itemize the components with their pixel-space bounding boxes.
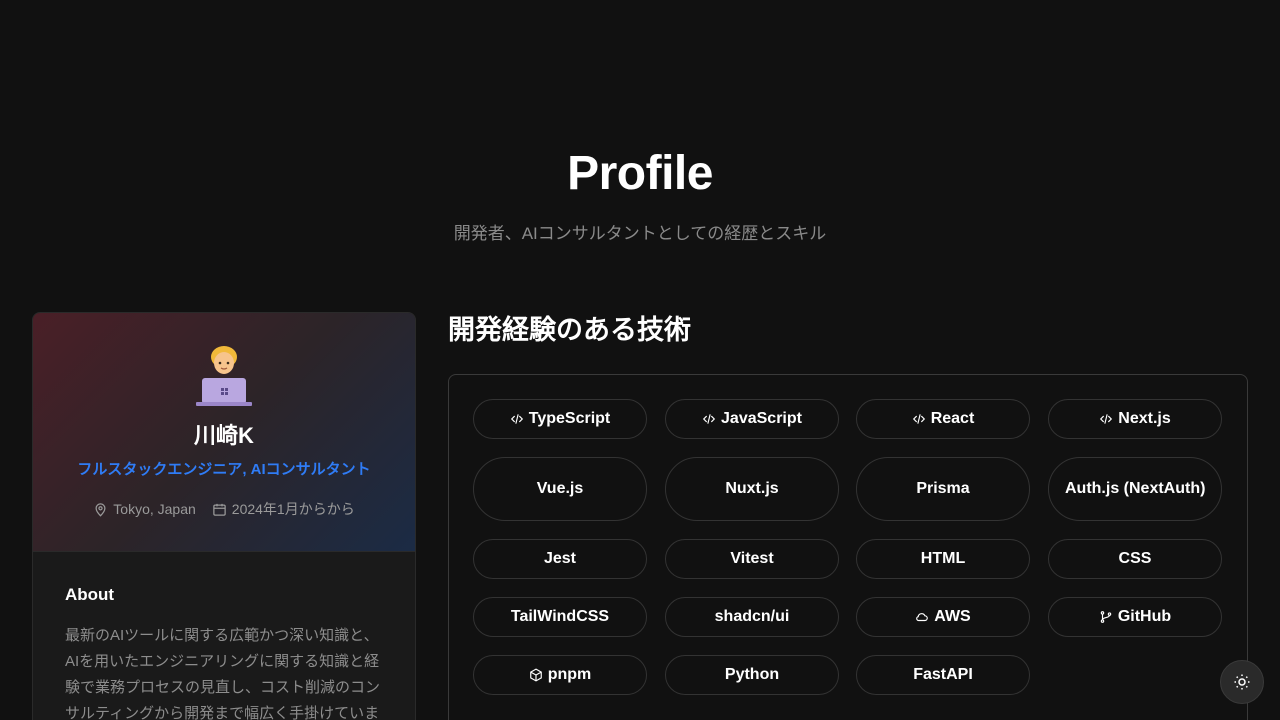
- tech-tag-label: Next.js: [1118, 410, 1171, 427]
- profile-meta: Tokyo, Japan 2024年1月からから: [33, 499, 415, 519]
- location-item: Tokyo, Japan: [93, 499, 196, 519]
- page-subtitle: 開発者、AIコンサルタントとしての経歴とスキル: [453, 224, 827, 243]
- tech-tag-label: Auth.js (NextAuth): [1065, 480, 1206, 497]
- tech-tag-react: React: [856, 399, 1030, 439]
- tech-tag-label: HTML: [920, 550, 966, 567]
- tech-tag-auth-js-nextauth: Auth.js (NextAuth): [1048, 457, 1222, 521]
- tech-tag-nuxt-js: Nuxt.js: [665, 457, 839, 521]
- tech-tag-github: GitHub: [1048, 597, 1222, 637]
- tech-tag-jest: Jest: [473, 539, 647, 579]
- tech-tag-label: Vitest: [730, 550, 774, 567]
- tech-tag-fastapi: FastAPI: [856, 655, 1030, 695]
- profile-page: Profile 開発者、AIコンサルタントとしての経歴とスキル 川崎K フルスタ…: [0, 0, 1280, 720]
- tech-tag-list: TypeScript JavaScript React Next.js Vue.js Nu…: [448, 374, 1248, 720]
- since-text: 2024年1月からから: [231, 501, 355, 517]
- tech-tag-aws: AWS: [856, 597, 1030, 637]
- tech-tag-tailwindcss: TailWindCSS: [473, 597, 647, 637]
- tech-tag-python: Python: [665, 655, 839, 695]
- code-icon: [702, 414, 716, 424]
- calendar-icon: [213, 503, 226, 516]
- technologist-emoji-icon: [196, 346, 252, 406]
- code-icon: [510, 414, 523, 424]
- about-text: 最新のAIツールに関する広範かつ深い知識と、AIを用いたエンジニアリングに関する…: [65, 627, 381, 720]
- git-branch-icon: [1100, 611, 1112, 623]
- cloud-icon: [916, 613, 929, 622]
- tech-tag-label: TailWindCSS: [510, 608, 610, 625]
- location-text: Tokyo, Japan: [113, 501, 196, 517]
- tech-tag-label: JavaScript: [721, 410, 802, 427]
- tech-tag-label: Jest: [543, 550, 577, 567]
- tech-tag-shadcn-ui: shadcn/ui: [665, 597, 839, 637]
- tech-tag-label: shadcn/ui: [714, 608, 790, 625]
- page-title: Profile: [567, 147, 713, 200]
- tech-tag-javascript: JavaScript: [665, 399, 839, 439]
- about-heading: About: [65, 585, 115, 604]
- tech-tag-prisma: Prisma: [856, 457, 1030, 521]
- tech-tag-pnpm: pnpm: [473, 655, 647, 695]
- tech-tag-label: React: [930, 410, 975, 427]
- tech-tag-label: CSS: [1118, 550, 1152, 567]
- tech-tag-label: FastAPI: [913, 666, 973, 683]
- tech-tag-label: Prisma: [916, 480, 970, 497]
- tech-tag-label: GitHub: [1117, 608, 1172, 625]
- since-item: 2024年1月からから: [212, 499, 355, 519]
- tech-tag-label: TypeScript: [528, 410, 611, 427]
- tech-tag-css: CSS: [1048, 539, 1222, 579]
- tech-tag-label: Vue.js: [536, 480, 584, 497]
- tech-tag-label: pnpm: [547, 666, 592, 683]
- tech-tag-typescript: TypeScript: [473, 399, 647, 439]
- code-icon: [1100, 414, 1113, 424]
- tech-section-title: 開発経験のある技術: [448, 315, 691, 345]
- map-pin-icon: [95, 502, 106, 517]
- tech-tag-html: HTML: [856, 539, 1030, 579]
- profile-card-header: 川崎K フルスタックエンジニア, AIコンサルタント Tokyo, Japan …: [33, 313, 415, 552]
- tech-tag-vitest: Vitest: [665, 539, 839, 579]
- tech-tag-label: AWS: [934, 608, 971, 625]
- tech-tag-label: Nuxt.js: [725, 480, 779, 497]
- profile-card: 川崎K フルスタックエンジニア, AIコンサルタント Tokyo, Japan …: [32, 312, 416, 720]
- tech-tag-label: Python: [724, 666, 780, 683]
- tech-tag-next-js: Next.js: [1048, 399, 1222, 439]
- package-icon: [529, 668, 542, 682]
- profile-name: 川崎K: [194, 423, 254, 448]
- sun-icon: [1234, 674, 1250, 690]
- tech-tag-vue-js: Vue.js: [473, 457, 647, 521]
- theme-toggle-button[interactable]: [1220, 660, 1264, 704]
- profile-role: フルスタックエンジニア, AIコンサルタント: [77, 461, 371, 478]
- code-icon: [912, 414, 925, 424]
